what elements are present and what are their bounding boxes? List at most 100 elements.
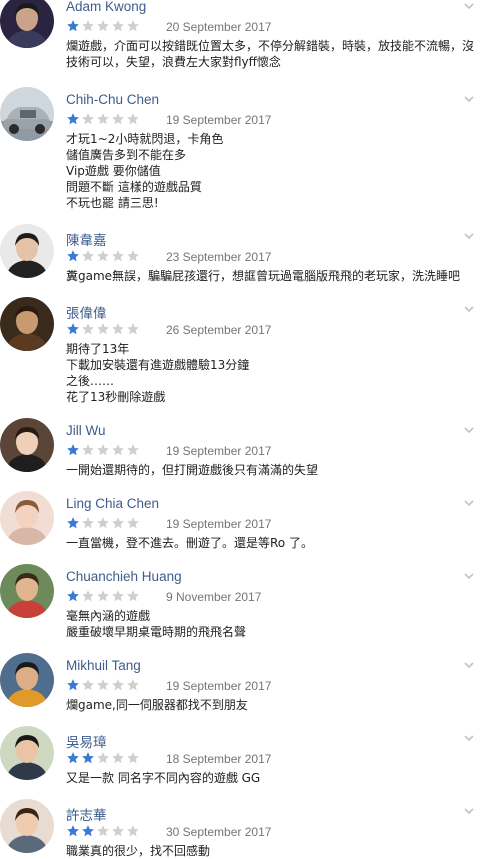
star-empty-icon (126, 678, 140, 692)
review-date: 19 September 2017 (166, 444, 272, 458)
star-empty-icon (111, 112, 125, 126)
star-filled-icon (66, 322, 80, 336)
star-empty-icon (96, 249, 110, 263)
star-rating (66, 589, 140, 603)
star-empty-icon (81, 322, 95, 336)
chevron-down-icon[interactable] (462, 731, 476, 745)
star-filled-icon (66, 589, 80, 603)
review-text: 爛game,同一伺服器都找不到朋友 (66, 697, 476, 713)
star-empty-icon (126, 249, 140, 263)
chevron-down-icon[interactable] (462, 229, 476, 243)
star-rating (66, 516, 140, 530)
avatar[interactable] (0, 0, 54, 48)
star-empty-icon (111, 443, 125, 457)
review-text-line: 技術可以，失望，浪費左大家對flyff懷念 (66, 55, 281, 69)
review-text-line: 才玩1~2小時就閃退，卡角色 (66, 132, 224, 146)
star-filled-icon (66, 516, 80, 530)
star-empty-icon (96, 678, 110, 692)
reviewer-name[interactable]: Jill Wu (66, 423, 106, 438)
review-text-line: 嚴重破壞早期桌電時期的飛飛名聲 (66, 625, 247, 639)
avatar[interactable] (0, 491, 54, 545)
avatar[interactable] (0, 726, 54, 780)
star-rating (66, 751, 140, 765)
star-empty-icon (111, 249, 125, 263)
star-filled-icon (81, 824, 95, 838)
star-empty-icon (81, 678, 95, 692)
star-rating (66, 443, 140, 457)
star-rating (66, 112, 140, 126)
review-text-line: 儲值廣告多到不能在多 (66, 148, 187, 162)
star-empty-icon (111, 589, 125, 603)
review-date: 23 September 2017 (166, 250, 272, 264)
review-text-line: 糞game無誤，騙騙屁孩還行，想誆曾玩過電腦版飛飛的老玩家，洗洗睡吧 (66, 269, 461, 283)
review-date: 19 September 2017 (166, 113, 272, 127)
chevron-down-icon[interactable] (462, 0, 476, 13)
review-text: 糞game無誤，騙騙屁孩還行，想誆曾玩過電腦版飛飛的老玩家，洗洗睡吧 (66, 268, 476, 284)
star-empty-icon (81, 516, 95, 530)
chevron-down-icon[interactable] (462, 496, 476, 510)
reviewer-name[interactable]: Chuanchieh Huang (66, 569, 182, 584)
avatar[interactable] (0, 418, 54, 472)
avatar[interactable] (0, 653, 54, 707)
star-filled-icon (66, 249, 80, 263)
review-text-line: 職業真的很少，找不回感動 (66, 844, 211, 858)
star-empty-icon (126, 443, 140, 457)
avatar[interactable] (0, 564, 54, 618)
review-date: 9 November 2017 (166, 590, 262, 604)
review-text-line: 又是一款 同名字不同內容的遊戲 GG (66, 771, 261, 785)
star-empty-icon (126, 516, 140, 530)
chevron-down-icon[interactable] (462, 569, 476, 583)
reviewer-name[interactable]: 張偉偉 (66, 302, 107, 322)
star-empty-icon (81, 112, 95, 126)
reviewer-name[interactable]: Adam Kwong (66, 0, 146, 14)
star-empty-icon (96, 112, 110, 126)
star-empty-icon (126, 589, 140, 603)
star-filled-icon (66, 443, 80, 457)
chevron-down-icon[interactable] (462, 302, 476, 316)
review-text-line: 一直當機，登不進去。刪遊了。還是等Ro 了。 (66, 536, 313, 550)
star-empty-icon (96, 443, 110, 457)
star-filled-icon (66, 19, 80, 33)
star-filled-icon (66, 678, 80, 692)
review-text: 毫無內涵的遊戲嚴重破壞早期桌電時期的飛飛名聲 (66, 608, 476, 640)
chevron-down-icon[interactable] (462, 423, 476, 437)
review-text-line: 毫無內涵的遊戲 (66, 609, 151, 623)
avatar[interactable] (0, 224, 54, 278)
review-text-line: 不玩也罷 請三思! (66, 196, 159, 210)
avatar[interactable] (0, 87, 54, 141)
review-text-line: 花了13秒刪除遊戲 (66, 390, 166, 404)
review-date: 19 September 2017 (166, 679, 272, 693)
chevron-down-icon[interactable] (462, 658, 476, 672)
star-empty-icon (126, 322, 140, 336)
star-empty-icon (96, 322, 110, 336)
star-empty-icon (111, 678, 125, 692)
chevron-down-icon[interactable] (462, 92, 476, 106)
review-text-line: Vip遊戲 要你儲值 (66, 164, 161, 178)
star-rating (66, 678, 140, 692)
reviewer-name[interactable]: 吳易璋 (66, 731, 107, 751)
chevron-down-icon[interactable] (462, 804, 476, 818)
star-empty-icon (96, 589, 110, 603)
review-date: 18 September 2017 (166, 752, 272, 766)
review-text: 又是一款 同名字不同內容的遊戲 GG (66, 770, 476, 786)
review-text: 一開始還期待的，但打開遊戲後只有滿滿的失望 (66, 462, 476, 478)
reviewer-name[interactable]: Mikhuil Tang (66, 658, 141, 673)
review-text: 才玩1~2小時就閃退，卡角色 儲值廣告多到不能在多 Vip遊戲 要你儲值 問題不斷 這… (66, 131, 476, 211)
avatar[interactable] (0, 297, 54, 351)
star-empty-icon (111, 824, 125, 838)
reviewer-name[interactable]: 許志華 (66, 804, 107, 824)
star-empty-icon (96, 516, 110, 530)
star-filled-icon (66, 751, 80, 765)
reviewer-name[interactable]: Chih-Chu Chen (66, 92, 159, 107)
star-rating (66, 322, 140, 336)
review-text-line: 之後…… (66, 374, 115, 388)
review-date: 20 September 2017 (166, 20, 272, 34)
star-empty-icon (81, 443, 95, 457)
star-empty-icon (96, 19, 110, 33)
review-text: 職業真的很少，找不回感動 (66, 843, 476, 859)
reviewer-name[interactable]: Ling Chia Chen (66, 496, 159, 511)
review-date: 19 September 2017 (166, 517, 272, 531)
reviewer-name[interactable]: 陳韋嘉 (66, 229, 107, 249)
review-text-line: 一開始還期待的，但打開遊戲後只有滿滿的失望 (66, 463, 319, 477)
avatar[interactable] (0, 799, 54, 853)
